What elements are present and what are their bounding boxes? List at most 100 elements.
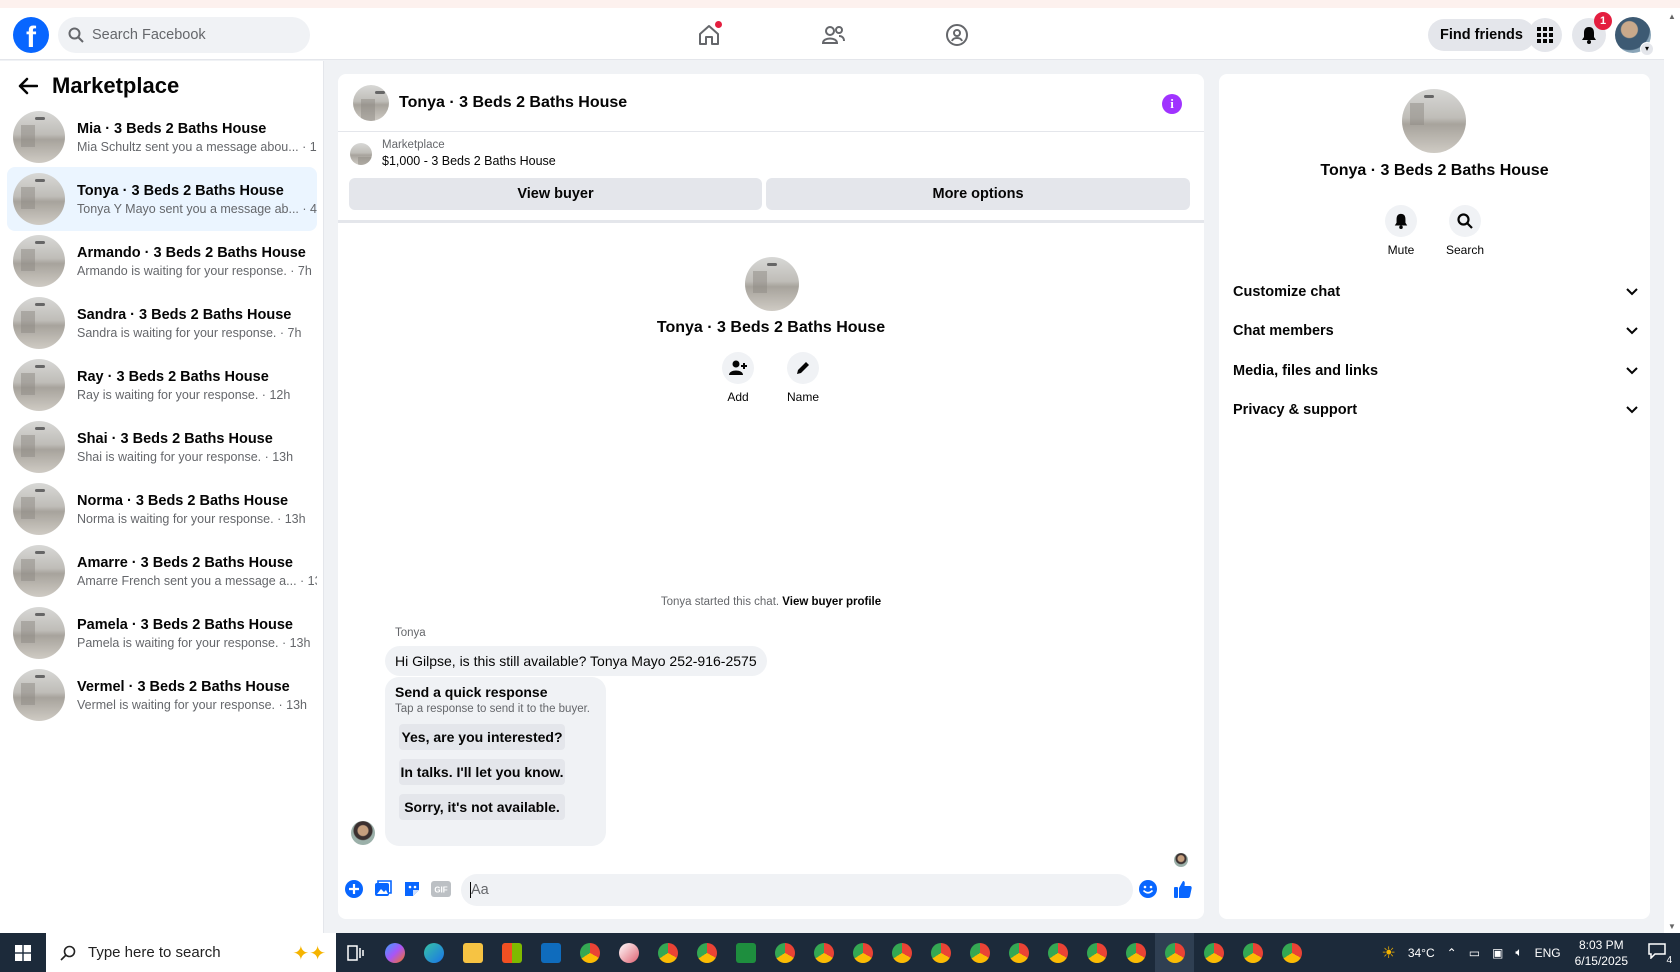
conversation-item[interactable]: Vermel · 3 Beds 2 Baths House Vermel is w… (7, 663, 317, 727)
taskbar-search-box[interactable]: Type here to search ✦✦ (46, 933, 336, 972)
chrome-profile-app[interactable] (687, 933, 726, 972)
facebook-logo[interactable]: f (13, 17, 49, 53)
chrome-app[interactable] (1077, 933, 1116, 972)
page-scrollbar[interactable]: ▲ ▼ (1664, 8, 1680, 933)
conversation-item[interactable]: Sandra · 3 Beds 2 Baths House Sandra is w… (7, 291, 317, 355)
message-bubble[interactable]: Hi Gilpse, is this still available? Tony… (385, 646, 767, 676)
chrome-app[interactable] (882, 933, 921, 972)
chevron-up-icon[interactable]: ⌃ (1447, 946, 1457, 960)
home-nav-button[interactable] (691, 18, 727, 52)
chrome-app[interactable] (570, 933, 609, 972)
conversation-item[interactable]: Pamela · 3 Beds 2 Baths House Pamela is w… (7, 601, 317, 665)
chrome-app[interactable] (843, 933, 882, 972)
chat-members-section[interactable]: Chat members (1233, 313, 1638, 349)
start-button[interactable] (0, 933, 46, 972)
customize-chat-section[interactable]: Customize chat (1233, 274, 1638, 310)
conversation-name: Tonya · 3 Beds 2 Baths House (77, 182, 284, 199)
paint-app[interactable] (609, 933, 648, 972)
add-people-button[interactable]: Add (708, 352, 768, 404)
friends-nav-button[interactable] (815, 18, 851, 52)
copilot-app[interactable] (375, 933, 414, 972)
attach-photo-button[interactable] (372, 878, 394, 900)
conversation-item[interactable]: Shai · 3 Beds 2 Baths House Shai is waiti… (7, 415, 317, 479)
file-explorer-app[interactable] (453, 933, 492, 972)
sticker-button[interactable] (401, 878, 423, 900)
chrome-app[interactable] (1116, 933, 1155, 972)
like-button[interactable] (1172, 878, 1194, 900)
scroll-up-arrow-icon[interactable]: ▲ (1668, 12, 1676, 21)
quick-response-button[interactable]: In talks. I'll let you know. (399, 759, 565, 785)
sheets-app[interactable] (726, 933, 765, 972)
conversation-preview: Shai is waiting for your response. · 13h (77, 449, 294, 464)
conversation-item[interactable]: Amarre · 3 Beds 2 Baths House Amarre Fren… (7, 539, 317, 603)
edge-app[interactable] (414, 933, 453, 972)
chrome-app[interactable] (1038, 933, 1077, 972)
conversation-item[interactable]: Mia · 3 Beds 2 Baths House Mia Schultz se… (7, 105, 317, 169)
account-avatar-button[interactable]: ▾ (1615, 17, 1654, 56)
more-options-button[interactable]: More options (766, 178, 1190, 210)
weather-icon[interactable]: ☀ (1381, 943, 1395, 963)
privacy-support-section[interactable]: Privacy & support (1233, 392, 1638, 428)
conversation-item[interactable]: Ray · 3 Beds 2 Baths House Ray is waiting… (7, 353, 317, 417)
volume-icon[interactable]: 🔈︎ (1515, 945, 1522, 960)
scroll-down-arrow-icon[interactable]: ▼ (1668, 922, 1676, 931)
input-language[interactable]: ENG (1535, 946, 1561, 960)
listing-thumbnail (13, 111, 65, 163)
chrome-app[interactable] (921, 933, 960, 972)
listing-thumbnail (13, 483, 65, 535)
chrome-app[interactable] (999, 933, 1038, 972)
conversation-item-active[interactable]: Tonya · 3 Beds 2 Baths House Tonya Y Mayo… (7, 167, 317, 231)
panel-header: Marketplace (18, 73, 179, 99)
store-app[interactable] (492, 933, 531, 972)
details-thumbnail[interactable] (1402, 89, 1466, 153)
marketplace-label: Marketplace (382, 139, 445, 151)
chrome-app[interactable] (1272, 933, 1311, 972)
find-friends-button[interactable]: Find friends (1428, 19, 1535, 51)
network-icon[interactable]: ▣ (1492, 946, 1503, 960)
conversation-item[interactable]: Norma · 3 Beds 2 Baths House Norma is wai… (7, 477, 317, 541)
task-view-button[interactable] (336, 933, 375, 972)
back-arrow-icon[interactable] (18, 77, 38, 95)
conversation-preview: Mia Schultz sent you a message abou... ·… (77, 139, 317, 154)
search-in-conversation-button[interactable]: Search (1435, 205, 1495, 257)
info-icon[interactable]: i (1162, 94, 1182, 114)
chat-title[interactable]: Tonya · 3 Beds 2 Baths House (399, 94, 627, 112)
gif-button[interactable]: GIF (430, 878, 452, 900)
menu-button[interactable] (1528, 18, 1562, 52)
chrome-app[interactable] (765, 933, 804, 972)
meet-now-icon[interactable]: ▭ (1469, 946, 1480, 960)
chrome-app[interactable] (960, 933, 999, 972)
thumbs-up-icon (1174, 881, 1192, 898)
emoji-button[interactable] (1137, 878, 1159, 900)
chrome-app-active[interactable] (1155, 933, 1194, 972)
chrome-app[interactable] (648, 933, 687, 972)
search-facebook-input[interactable]: Search Facebook (58, 17, 310, 53)
add-person-icon (729, 360, 747, 375)
clock[interactable]: 8:03 PM 6/15/2025 (1575, 937, 1628, 969)
notifications-button[interactable]: 1 (1572, 12, 1612, 52)
sender-avatar[interactable] (351, 821, 375, 845)
chrome-app[interactable] (1233, 933, 1272, 972)
quick-response-button[interactable]: Sorry, it's not available. (399, 794, 565, 820)
friends-icon (821, 26, 845, 44)
edit-name-button[interactable]: Name (773, 352, 833, 404)
notification-center-button[interactable]: 4 (1648, 943, 1672, 966)
chat-profile-name: Tonya · 3 Beds 2 Baths House (656, 319, 886, 336)
temperature[interactable]: 34°C (1408, 946, 1435, 960)
groups-nav-button[interactable] (939, 18, 975, 52)
listing-summary[interactable]: Marketplace $1,000 - 3 Beds 2 Baths Hous… (350, 139, 556, 168)
outlook-app[interactable] (531, 933, 570, 972)
conversation-item[interactable]: Armando · 3 Beds 2 Baths House Armando is… (7, 229, 317, 293)
view-buyer-button[interactable]: View buyer (349, 178, 762, 210)
quick-response-button[interactable]: Yes, are you interested? (399, 724, 565, 750)
message-input[interactable]: Aa (461, 874, 1133, 906)
mute-button[interactable]: Mute (1371, 205, 1431, 257)
chrome-app[interactable] (804, 933, 843, 972)
chrome-app[interactable] (1194, 933, 1233, 972)
media-files-links-section[interactable]: Media, files and links (1233, 353, 1638, 389)
photo-icon (375, 880, 392, 896)
chat-thumbnail[interactable] (353, 84, 389, 121)
view-buyer-profile-link[interactable]: View buyer profile (782, 596, 881, 608)
more-actions-button[interactable] (343, 878, 365, 900)
conversation-name: Armando · 3 Beds 2 Baths House (77, 244, 306, 261)
